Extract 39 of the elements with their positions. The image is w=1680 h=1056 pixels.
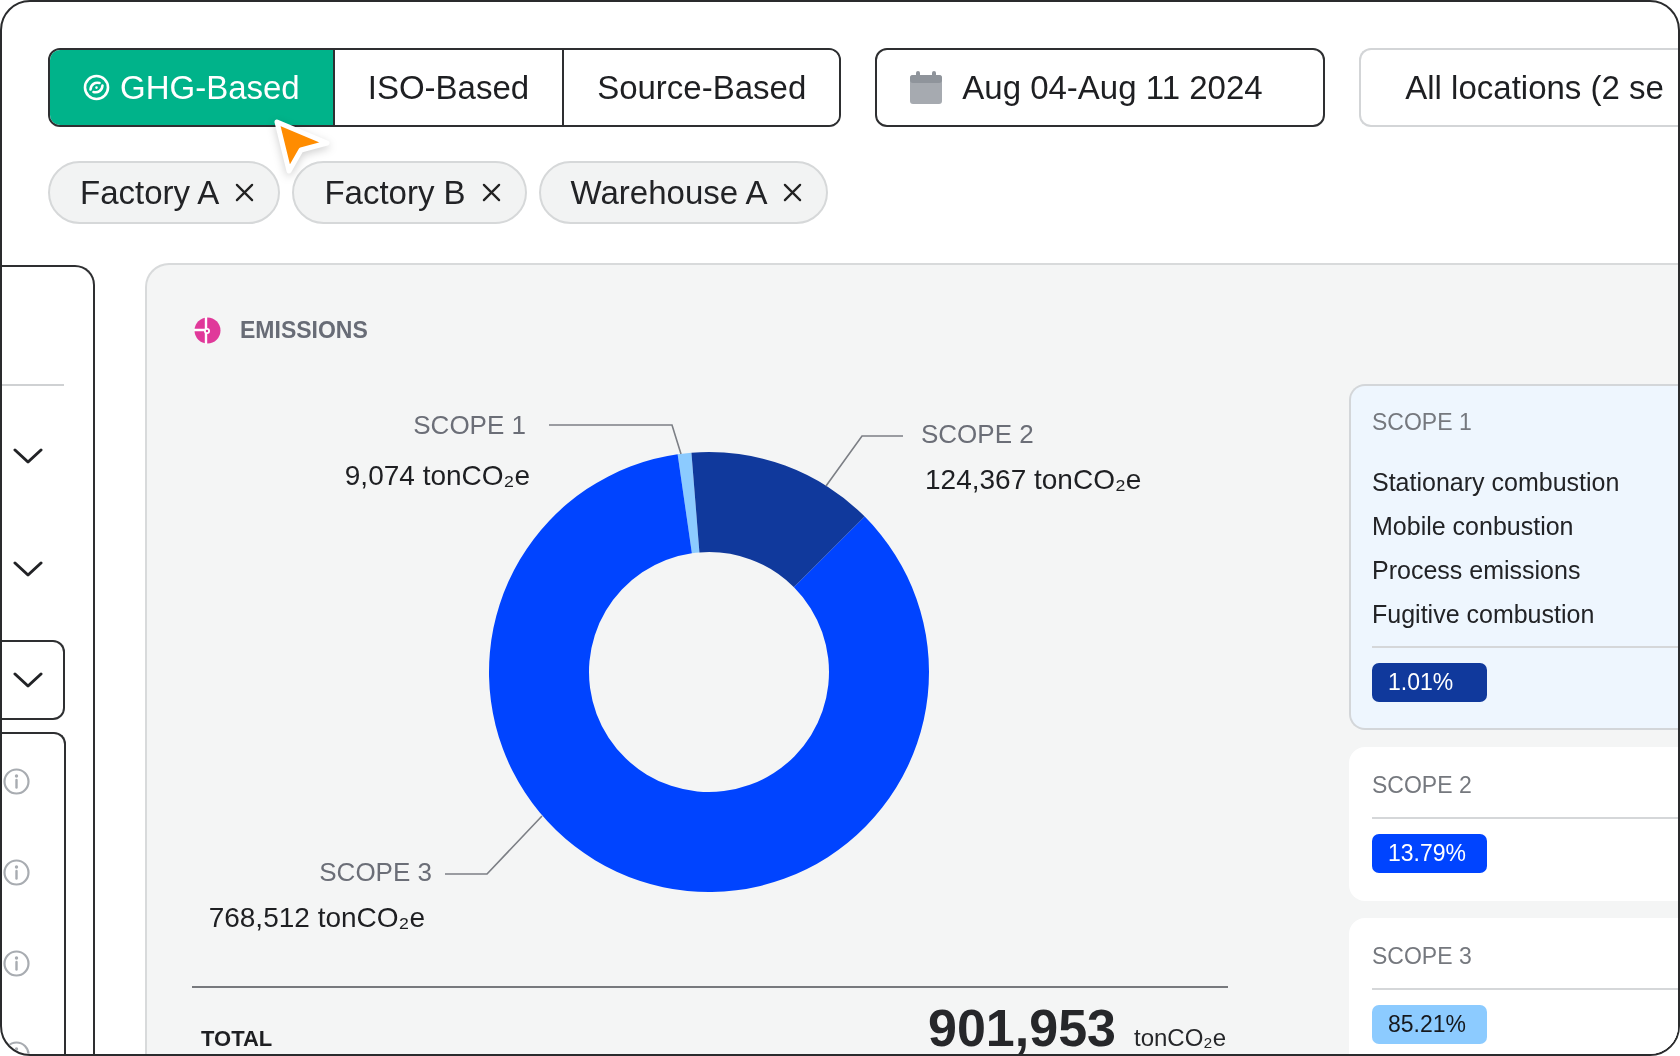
close-icon[interactable] [481, 183, 501, 202]
chip-label: Warehouse A [570, 173, 768, 212]
card-title: EMISSIONS [240, 316, 368, 344]
calendar-icon [910, 71, 943, 104]
slice-label: SCOPE 3 [319, 857, 432, 887]
share-badge: 13.79% [1372, 834, 1487, 873]
date-range-picker[interactable]: Aug 04-Aug 11 2024 [875, 48, 1326, 127]
slice-label: SCOPE 1 [413, 410, 526, 440]
view-tab[interactable]: Source-Based [562, 50, 840, 125]
slice-value: 124,367 tonCO₂e [925, 464, 1142, 496]
chevron-down-icon [13, 672, 43, 688]
location-dropdown[interactable]: All locations (2 se [1359, 48, 1678, 127]
chip-label: Factory B [324, 173, 466, 212]
close-icon[interactable] [783, 183, 803, 202]
total-value: 901,953 [928, 1002, 1116, 1054]
chip-label: Factory A [80, 173, 220, 212]
cycle-icon [83, 74, 110, 101]
slice-value: 768,512 tonCO₂e [208, 902, 425, 934]
scope-card[interactable]: SCOPE 2 13.79% [1349, 747, 1678, 901]
scope-title: SCOPE 2 [1372, 773, 1472, 797]
slice-value: 9,074 tonCO₂e [344, 460, 530, 492]
close-icon[interactable] [235, 183, 255, 202]
scope-card[interactable]: SCOPE 1 Stationary combustion Mobile conbustion Process emissions Fugitive combustion 1.01% [1349, 384, 1678, 730]
chevron-down-icon[interactable] [13, 561, 43, 577]
share-badge: 1.01% [1372, 663, 1487, 702]
total-unit: tonCO₂e [1133, 1026, 1226, 1050]
share-badge: 85.21% [1372, 1005, 1487, 1044]
slice-label: SCOPE 2 [921, 419, 1034, 449]
scope-title: SCOPE 1 [1372, 410, 1472, 434]
pie-chart-icon [194, 316, 221, 344]
category-item: Mobile conbustion [1372, 511, 1575, 542]
total-label: TOTAL [201, 1028, 273, 1050]
scope-card[interactable]: SCOPE 3 85.21% [1349, 918, 1678, 1054]
category-item: Stationary combustion [1372, 467, 1620, 498]
category-item: Process emissions [1372, 555, 1582, 586]
dropdown-toggle[interactable] [2, 640, 65, 720]
category-item: Fugitive combustion [1372, 599, 1596, 630]
chevron-down-icon[interactable] [13, 448, 43, 464]
scope-title: SCOPE 3 [1372, 944, 1472, 968]
